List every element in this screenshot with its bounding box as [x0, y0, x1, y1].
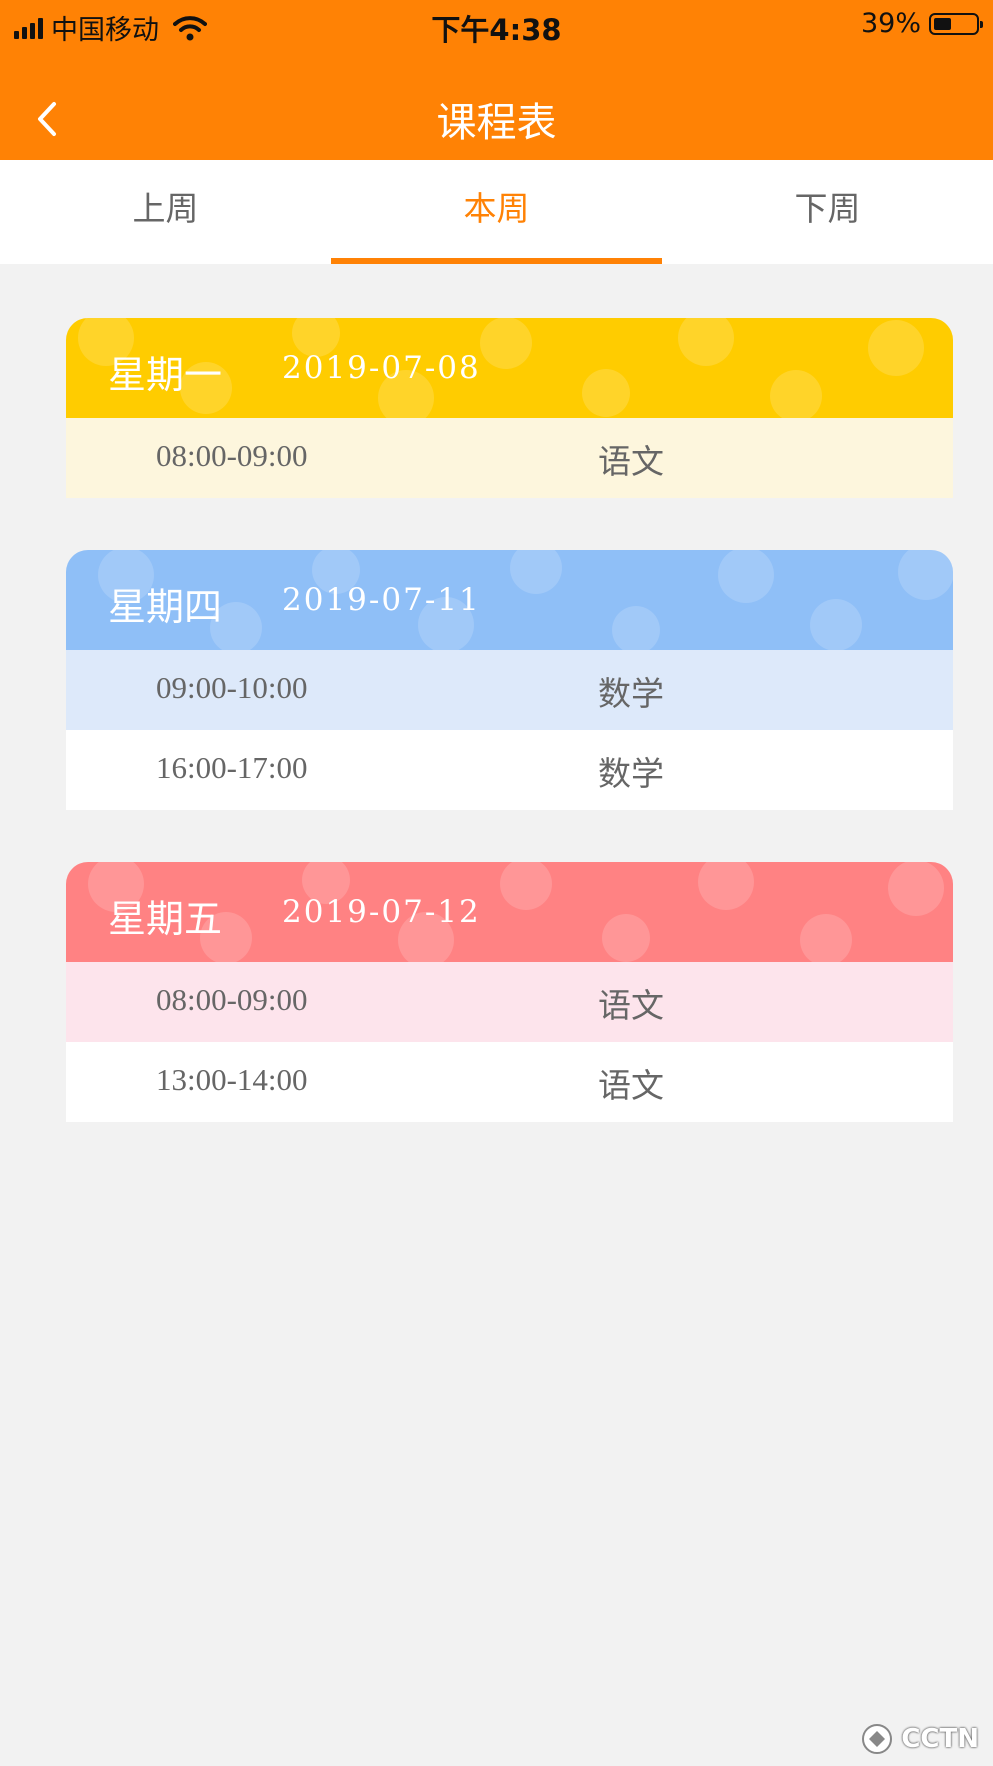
date-label: 2019-07-11 — [282, 582, 481, 618]
battery-icon — [929, 12, 983, 35]
lesson-subject: 数学 — [598, 754, 664, 793]
day-card-header: 星期四 2019-07-11 — [66, 550, 953, 650]
week-tabs: 上周 本周 下周 — [0, 160, 993, 264]
lesson-row[interactable]: 09:00-10:00 数学 — [66, 650, 953, 730]
day-card-friday: 星期五 2019-07-12 08:00-09:00 语文 13:00-14:0… — [66, 862, 953, 1122]
battery-percent: 39% — [860, 8, 921, 39]
lesson-time: 08:00-09:00 — [156, 982, 308, 1017]
date-label: 2019-07-08 — [282, 350, 481, 386]
lesson-subject: 语文 — [598, 1066, 664, 1105]
day-label: 星期四 — [108, 585, 223, 629]
watermark-logo-icon — [862, 1724, 893, 1754]
page-title: 课程表 — [436, 100, 557, 146]
day-card-header: 星期一 2019-07-08 — [66, 318, 953, 418]
lesson-time: 08:00-09:00 — [156, 438, 308, 473]
day-card-monday: 星期一 2019-07-08 08:00-09:00 语文 — [66, 318, 953, 498]
tab-next-week[interactable]: 下周 — [662, 160, 993, 264]
lesson-subject: 数学 — [598, 674, 664, 713]
watermark-text: CCTN — [901, 1724, 979, 1754]
day-label: 星期五 — [108, 897, 223, 941]
lesson-subject: 语文 — [598, 986, 664, 1025]
app-header: 中国移动 下午4:38 39% 课程表 — [0, 0, 993, 160]
lesson-time: 13:00-14:00 — [156, 1062, 308, 1097]
tab-last-week[interactable]: 上周 — [0, 160, 331, 264]
lesson-row[interactable]: 08:00-09:00 语文 — [66, 418, 953, 498]
active-tab-indicator — [331, 258, 662, 264]
lesson-time: 16:00-17:00 — [156, 750, 308, 785]
status-time: 下午4:38 — [431, 13, 562, 47]
tab-this-week[interactable]: 本周 — [331, 160, 662, 264]
day-card-header: 星期五 2019-07-12 — [66, 862, 953, 962]
status-bar: 中国移动 下午4:38 39% — [0, 0, 993, 50]
day-label: 星期一 — [108, 353, 223, 397]
day-card-thursday: 星期四 2019-07-11 09:00-10:00 数学 16:00-17:0… — [66, 550, 953, 810]
watermark: CCTN — [857, 1722, 979, 1756]
lesson-row[interactable]: 08:00-09:00 语文 — [66, 962, 953, 1042]
status-right: 39% — [860, 8, 983, 39]
date-label: 2019-07-12 — [282, 894, 481, 930]
lesson-subject: 语文 — [598, 442, 664, 481]
lesson-row[interactable]: 13:00-14:00 语文 — [66, 1042, 953, 1122]
lesson-time: 09:00-10:00 — [156, 670, 308, 705]
lesson-row[interactable]: 16:00-17:00 数学 — [66, 730, 953, 810]
